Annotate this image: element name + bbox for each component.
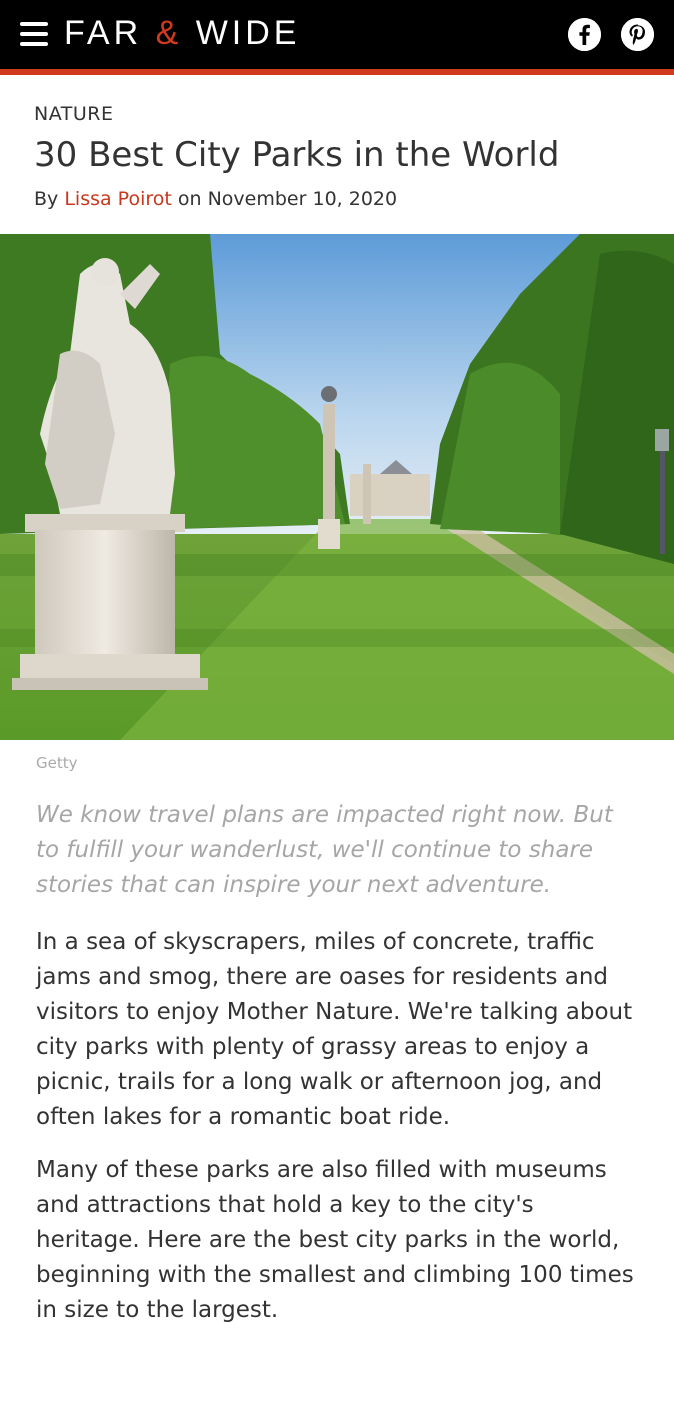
byline-prefix: By [34,187,59,210]
author-link[interactable]: Lissa Poirot [64,188,172,210]
paragraph-1: In a sea of skyscrapers, miles of concre… [36,928,633,1130]
brand-right: WIDE [195,14,301,52]
article-header: NATURE 30 Best City Parks in the World B… [0,75,674,210]
social-links [568,18,654,51]
pinterest-icon[interactable] [621,18,654,51]
intro-note: We know travel plans are impacted right … [36,801,613,898]
brand-ampersand: & [155,14,183,52]
byline-mid: on [177,187,202,210]
paragraph-2: Many of these parks are also filled with… [36,1156,634,1323]
hero-image [0,233,674,740]
site-logo[interactable]: FAR & WIDE [64,14,301,53]
brand-left: FAR [64,14,143,52]
byline: By Lissa Poirot on November 10, 2020 [34,188,640,210]
image-credit: Getty [36,753,78,772]
site-header: FAR & WIDE [0,0,674,75]
menu-icon[interactable] [20,22,48,46]
category-label[interactable]: NATURE [34,103,640,125]
article-title: 30 Best City Parks in the World [34,135,560,175]
facebook-icon[interactable] [568,18,601,51]
publish-date: November 10, 2020 [207,187,398,210]
